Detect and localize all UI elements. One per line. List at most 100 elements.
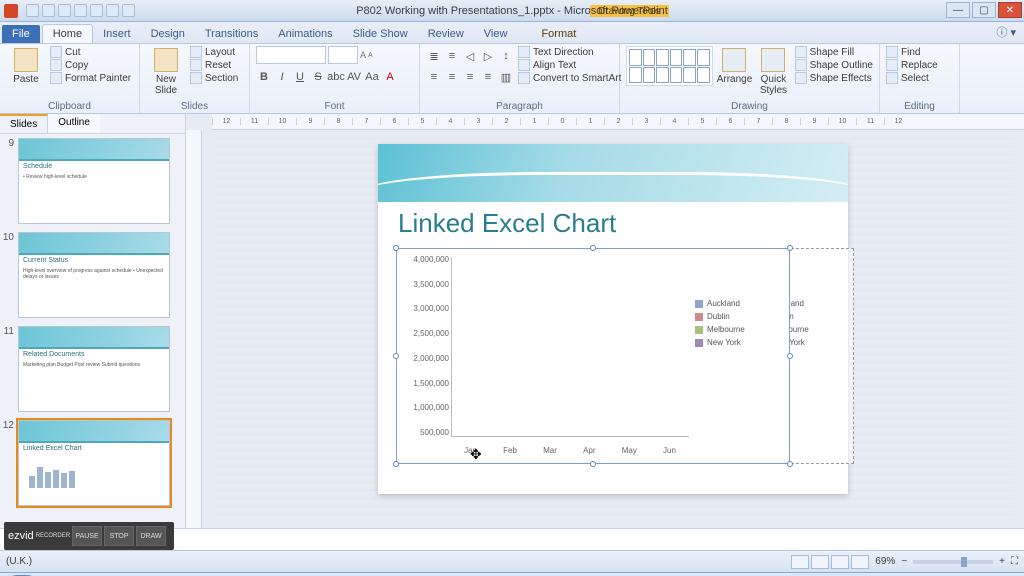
tab-insert[interactable]: Insert: [93, 25, 141, 43]
indent-inc-button[interactable]: ▷: [480, 48, 496, 64]
shapes-gallery[interactable]: [626, 46, 713, 86]
reset-button[interactable]: Reset: [190, 59, 238, 71]
slide-thumbnail[interactable]: Related Documents Marketing plan Budget …: [18, 326, 170, 412]
help-icon[interactable]: ⓘ ▾: [988, 21, 1024, 43]
section-button[interactable]: Section: [190, 72, 238, 84]
tab-animations[interactable]: Animations: [268, 25, 342, 43]
slide-thumbnail[interactable]: Current Status High-level overview of pr…: [18, 232, 170, 318]
italic-button[interactable]: I: [274, 69, 290, 85]
columns-button[interactable]: ▥: [498, 69, 514, 85]
language-indicator[interactable]: (U.K.): [6, 556, 32, 567]
bold-button[interactable]: B: [256, 69, 272, 85]
case-button[interactable]: Aa: [364, 69, 380, 85]
justify-button[interactable]: ≡: [480, 69, 496, 85]
tab-transitions[interactable]: Transitions: [195, 25, 268, 43]
slide-thumbnail[interactable]: Linked Excel Chart: [18, 420, 170, 506]
windows-taskbar[interactable]: e 📁 📧 W P X ⚑ 🔊 14:18 13/11/2013: [0, 572, 1024, 576]
thumbnails-list[interactable]: 9 Schedule • Review high-level schedule …: [0, 134, 185, 528]
align-center-button[interactable]: ≡: [444, 69, 460, 85]
numbering-button[interactable]: ≡: [444, 48, 460, 64]
selection-handles[interactable]: [396, 248, 790, 464]
paste-button[interactable]: Paste: [6, 46, 46, 85]
text-direction-button[interactable]: Text Direction: [518, 46, 621, 58]
minimize-button[interactable]: —: [946, 2, 970, 18]
shape-fill-button[interactable]: Shape Fill: [795, 46, 873, 58]
outline-tab[interactable]: Outline: [48, 114, 100, 133]
qat-undo-icon[interactable]: [42, 4, 55, 17]
maximize-button[interactable]: ▢: [972, 2, 996, 18]
section-label: Section: [205, 73, 238, 84]
slide-canvas[interactable]: Linked Excel Chart 4,000,0003,500,0003,0…: [212, 136, 1014, 522]
zoom-in-button[interactable]: +: [999, 556, 1005, 567]
recorder-pause-button[interactable]: PAUSE: [72, 526, 102, 546]
shrink-font-icon[interactable]: A: [368, 52, 373, 59]
tab-file[interactable]: File: [2, 25, 40, 43]
view-buttons[interactable]: [791, 555, 869, 569]
font-color-button[interactable]: A: [382, 69, 398, 85]
slide-title[interactable]: Linked Excel Chart: [398, 208, 616, 239]
group-label: Paragraph: [426, 101, 613, 113]
align-right-button[interactable]: ≡: [462, 69, 478, 85]
select-button[interactable]: Select: [886, 72, 938, 84]
shape-outline-button[interactable]: Shape Outline: [795, 59, 873, 71]
shadow-button[interactable]: abc: [328, 69, 344, 85]
smartart-button[interactable]: Convert to SmartArt: [518, 72, 621, 84]
painter-label: Format Painter: [65, 73, 131, 84]
group-slides: New Slide Layout Reset Section Slides: [140, 44, 250, 113]
quick-styles-button[interactable]: Quick Styles: [756, 46, 790, 96]
font-family-select[interactable]: [256, 46, 326, 64]
qat-redo-icon[interactable]: [58, 4, 71, 17]
select-icon: [886, 72, 898, 84]
ribbon-tabs: File Home Insert Design Transitions Anim…: [0, 22, 1024, 44]
recorder-stop-button[interactable]: STOP: [104, 526, 134, 546]
align-text-button[interactable]: Align Text: [518, 59, 621, 71]
group-paragraph: ≣ ≡ ◁ ▷ ↕ ≡ ≡ ≡ ≡ ▥ Text Direction Align…: [420, 44, 620, 113]
tab-view[interactable]: View: [474, 25, 518, 43]
tab-slideshow[interactable]: Slide Show: [343, 25, 418, 43]
layout-button[interactable]: Layout: [190, 46, 238, 58]
select-label: Select: [901, 73, 929, 84]
underline-button[interactable]: U: [292, 69, 308, 85]
bullets-button[interactable]: ≣: [426, 48, 442, 64]
font-size-select[interactable]: [328, 46, 358, 64]
align-left-button[interactable]: ≡: [426, 69, 442, 85]
linespacing-button[interactable]: ↕: [498, 48, 514, 64]
fill-icon: [795, 46, 807, 58]
qat-btn[interactable]: [122, 4, 135, 17]
tab-review[interactable]: Review: [418, 25, 474, 43]
qat-btn[interactable]: [106, 4, 119, 17]
grow-font-icon[interactable]: A: [360, 50, 366, 60]
tab-design[interactable]: Design: [141, 25, 195, 43]
indent-dec-button[interactable]: ◁: [462, 48, 478, 64]
strike-button[interactable]: S: [310, 69, 326, 85]
shape-effects-button[interactable]: Shape Effects: [795, 72, 873, 84]
format-painter-button[interactable]: Format Painter: [50, 72, 131, 84]
arrange-button[interactable]: Arrange: [717, 46, 753, 85]
zoom-slider[interactable]: [913, 560, 993, 564]
chart-object[interactable]: 4,000,0003,500,0003,000,0002,500,0002,00…: [396, 248, 790, 464]
zoom-level[interactable]: 69%: [875, 556, 895, 567]
fit-button[interactable]: ⛶: [1011, 556, 1018, 567]
spacing-button[interactable]: AV: [346, 69, 362, 85]
slide-editor[interactable]: 1211109876543210123456789101112 Linked E…: [186, 114, 1024, 528]
outline-label: Shape Outline: [810, 60, 873, 71]
quick-access-toolbar[interactable]: [26, 4, 135, 17]
slide-thumbnail[interactable]: Schedule • Review high-level schedule: [18, 138, 170, 224]
copy-button[interactable]: Copy: [50, 59, 131, 71]
tab-home[interactable]: Home: [42, 24, 93, 43]
find-button[interactable]: Find: [886, 46, 938, 58]
slides-tab[interactable]: Slides: [0, 114, 48, 133]
qat-btn[interactable]: [74, 4, 87, 17]
qat-save-icon[interactable]: [26, 4, 39, 17]
replace-button[interactable]: Replace: [886, 59, 938, 71]
cut-icon: [50, 46, 62, 58]
qat-btn[interactable]: [90, 4, 103, 17]
tab-format[interactable]: Format: [531, 25, 586, 43]
zoom-out-button[interactable]: −: [901, 556, 907, 567]
cut-button[interactable]: Cut: [50, 46, 131, 58]
screen-recorder-overlay[interactable]: ezvid RECORDER PAUSE STOP DRAW: [4, 522, 174, 550]
slide[interactable]: Linked Excel Chart 4,000,0003,500,0003,0…: [378, 144, 848, 494]
close-button[interactable]: ✕: [998, 2, 1022, 18]
new-slide-button[interactable]: New Slide: [146, 46, 186, 96]
recorder-draw-button[interactable]: DRAW: [136, 526, 166, 546]
